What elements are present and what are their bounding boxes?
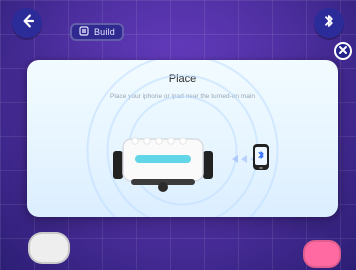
- robot-icon: [113, 137, 213, 192]
- blocks-icon: [79, 23, 89, 41]
- bluetooth-icon: [321, 13, 337, 34]
- phone-illustration: [253, 144, 269, 170]
- back-arrow-icon: [19, 13, 35, 34]
- close-button[interactable]: [334, 42, 352, 60]
- build-button[interactable]: Build: [70, 23, 124, 41]
- close-icon: [338, 42, 348, 60]
- bluetooth-button[interactable]: [314, 8, 344, 38]
- place-modal: Place Place your iphone or ipad near the…: [27, 60, 338, 217]
- robot-illustration: [113, 133, 213, 193]
- phone-home-indicator: [259, 167, 263, 169]
- top-bar: Build: [0, 0, 356, 54]
- back-button[interactable]: [12, 8, 42, 38]
- signal-waves-icon: [232, 155, 238, 163]
- build-label: Build: [93, 27, 115, 37]
- bottom-left-character[interactable]: [28, 232, 70, 264]
- phone-bluetooth-icon: [258, 151, 264, 159]
- bottom-right-character[interactable]: [303, 240, 341, 268]
- signal-waves-icon: [241, 155, 247, 163]
